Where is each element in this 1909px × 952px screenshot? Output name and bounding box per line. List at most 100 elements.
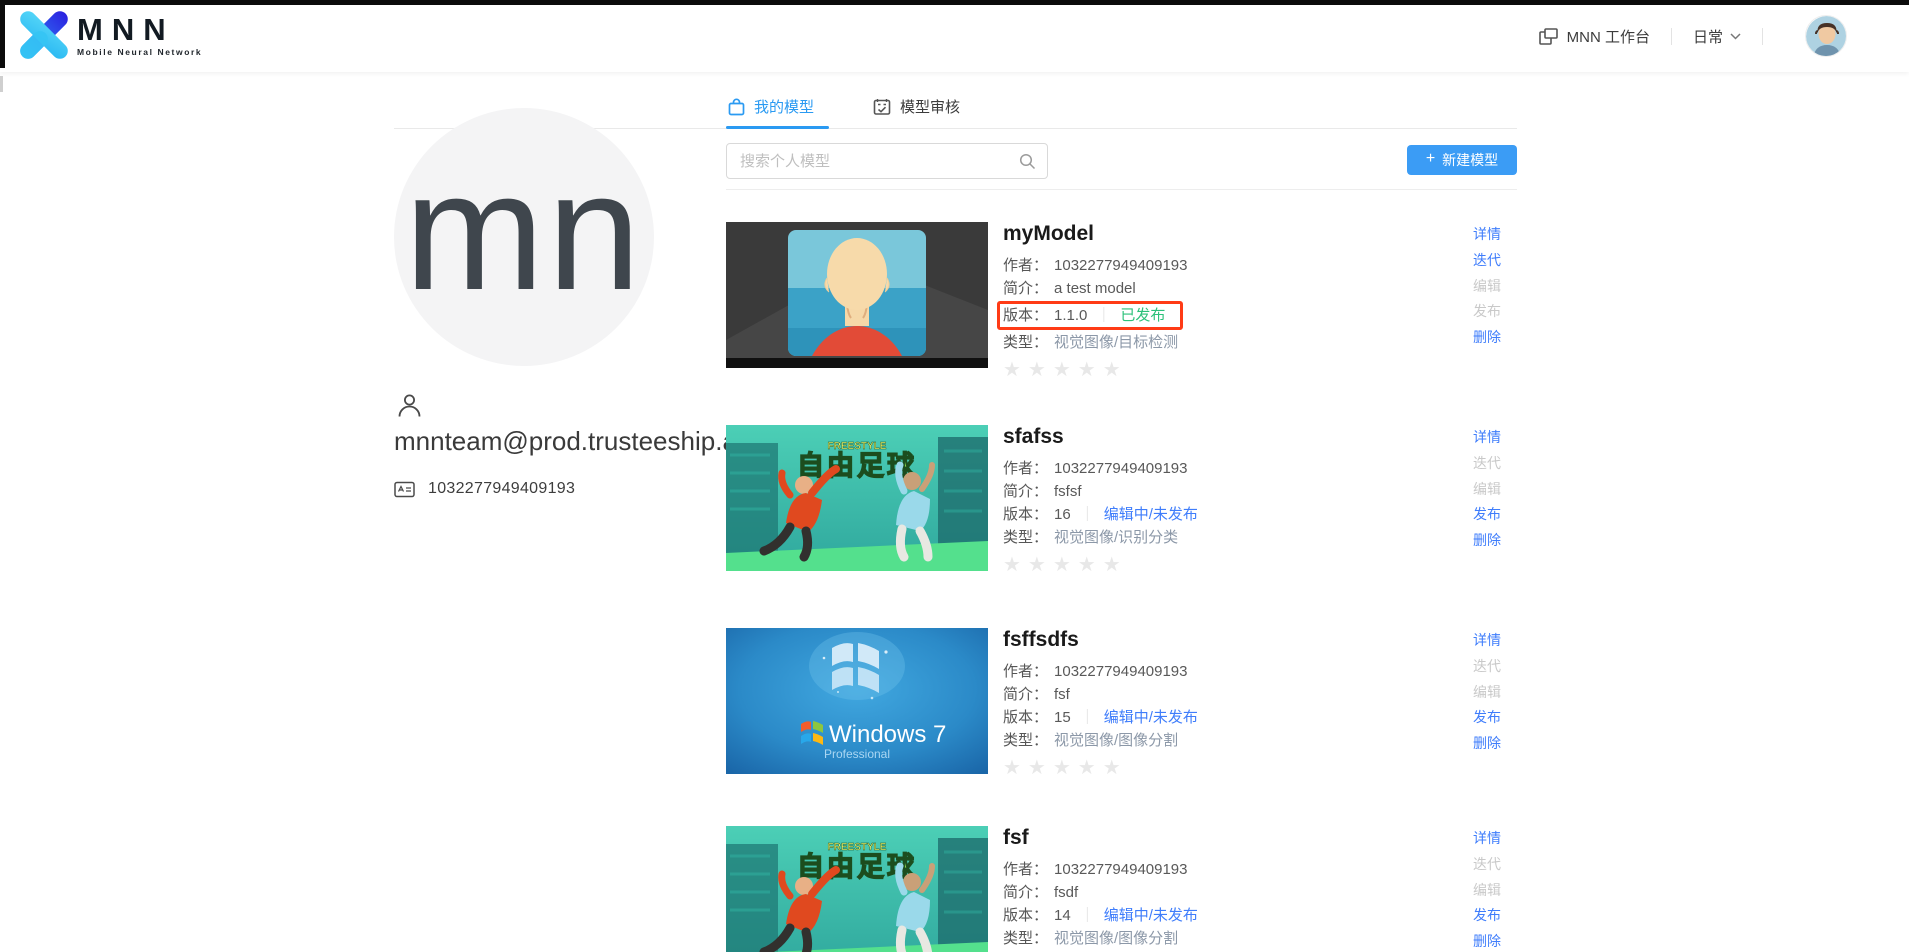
env-label: 日常 (1692, 28, 1723, 46)
workbench-label: MNN 工作台 (1566, 28, 1650, 46)
new-model-button[interactable]: + 新建模型 (1407, 145, 1517, 175)
logo-text: MNN Mobile Neural Network (77, 13, 203, 57)
action-publish[interactable]: 发布 (1473, 705, 1501, 731)
workbench-link[interactable]: MNN 工作台 (1538, 26, 1650, 47)
model-actions: 详情 迭代 编辑 发布 删除 (1473, 826, 1501, 952)
status-link[interactable]: 编辑中/未发布 (1104, 904, 1198, 927)
type-value[interactable]: 视觉图像/图像分割 (1054, 927, 1178, 950)
active-tab-underline (726, 126, 829, 129)
model-thumbnail-football[interactable]: FREESTYLE 自由足球 (726, 425, 988, 571)
action-delete[interactable]: 删除 (1473, 731, 1501, 757)
model-thumbnail-windows7[interactable]: Windows 7 Professional (726, 628, 988, 774)
bag-icon (728, 98, 745, 115)
model-name[interactable]: fsffsdfs (1003, 628, 1483, 652)
model-thumbnail-portrait[interactable] (726, 222, 988, 368)
svg-text:Windows 7: Windows 7 (829, 721, 946, 748)
action-detail[interactable]: 详情 (1473, 222, 1501, 248)
env-dropdown[interactable]: 日常 (1693, 26, 1741, 47)
version-label: 版本： (1003, 506, 1049, 523)
checklist-icon (873, 98, 891, 115)
type-label: 类型： (1003, 930, 1049, 947)
action-delete[interactable]: 删除 (1473, 528, 1501, 554)
model-card: myModel 作者： 1032277949409193 简介： a test mo… (726, 222, 1517, 402)
action-iterate: 迭代 (1473, 657, 1501, 674)
action-iterate[interactable]: 迭代 (1473, 248, 1501, 274)
action-delete[interactable]: 删除 (1473, 325, 1501, 351)
main-content: 我的模型 模型审核 + 新建模型 (0, 0, 1909, 952)
version-label: 版本： (1003, 907, 1049, 924)
action-publish[interactable]: 发布 (1473, 502, 1501, 528)
model-card: Windows 7 Professional fsffsdfs 作者： 10322… (726, 628, 1517, 808)
intro-label: 简介： (1003, 483, 1049, 500)
version-value: 1.1.0 (1054, 307, 1088, 324)
model-actions: 详情 迭代 编辑 发布 删除 (1473, 628, 1501, 757)
intro-value: a test model (1054, 280, 1136, 297)
tab-model-review[interactable]: 模型审核 (873, 96, 960, 117)
version-label: 版本： (1003, 709, 1049, 726)
new-model-label: 新建模型 (1442, 152, 1499, 168)
model-name[interactable]: sfafss (1003, 425, 1483, 449)
star-rating: ★★★★★ (1003, 359, 1128, 381)
action-publish: 发布 (1473, 303, 1501, 320)
action-delete[interactable]: 删除 (1473, 929, 1501, 952)
action-detail[interactable]: 详情 (1473, 628, 1501, 654)
action-detail[interactable]: 详情 (1473, 425, 1501, 451)
author-value: 1032277949409193 (1054, 861, 1188, 878)
type-value[interactable]: 视觉图像/目标检测 (1054, 331, 1178, 354)
tab-my-models[interactable]: 我的模型 (728, 96, 814, 117)
model-thumbnail-football[interactable]: FREESTYLE 自由足球 (726, 826, 988, 952)
logo-subtitle: Mobile Neural Network (77, 46, 203, 57)
author-label: 作者： (1003, 460, 1049, 477)
model-name[interactable]: myModel (1003, 222, 1483, 246)
intro-label: 简介： (1003, 884, 1049, 901)
header-separator-2 (1762, 27, 1763, 45)
mnn-logo[interactable]: MNN Mobile Neural Network (17, 8, 202, 62)
intro-value: fsdf (1054, 884, 1079, 901)
type-label: 类型： (1003, 529, 1049, 546)
model-actions: 详情 迭代 编辑 发布 删除 (1473, 425, 1501, 554)
user-avatar[interactable] (1805, 15, 1847, 57)
status-link[interactable]: 编辑中/未发布 (1104, 503, 1198, 526)
type-value[interactable]: 视觉图像/识别分类 (1054, 526, 1178, 549)
version-label: 版本： (1003, 307, 1049, 324)
intro-value: fsfsf (1054, 483, 1082, 500)
toolbar-divider (726, 189, 1517, 190)
version-value: 16 (1054, 506, 1071, 523)
intro-label: 简介： (1003, 280, 1049, 297)
profile-user-id: 1032277949409193 (428, 480, 576, 497)
intro-label: 简介： (1003, 686, 1049, 703)
model-name[interactable]: fsf (1003, 826, 1483, 850)
tab-model-review-label: 模型审核 (900, 99, 961, 116)
profile-avatar: mn (394, 108, 654, 366)
model-info: fsf 作者： 1032277949409193 简介： fsdf 版本： 14 ｜… (1003, 826, 1483, 950)
action-publish[interactable]: 发布 (1473, 903, 1501, 929)
model-actions: 详情 迭代 编辑 发布 删除 (1473, 222, 1501, 351)
author-value: 1032277949409193 (1054, 257, 1188, 274)
page: MNN Mobile Neural Network MNN 工作台 日常 mn … (0, 0, 1909, 952)
author-label: 作者： (1003, 663, 1049, 680)
action-iterate: 迭代 (1473, 454, 1501, 471)
mnn-logo-icon (20, 11, 68, 59)
author-value: 1032277949409193 (1054, 460, 1188, 477)
type-value[interactable]: 视觉图像/图像分割 (1054, 729, 1178, 752)
model-info: sfafss 作者： 1032277949409193 简介： fsfsf 版本： … (1003, 425, 1483, 576)
person-icon (398, 394, 421, 417)
status-link[interactable]: 编辑中/未发布 (1104, 706, 1198, 729)
version-highlight-box: 版本： 1.1.0 ｜ 已发布 (997, 301, 1184, 330)
version-value: 14 (1054, 907, 1071, 924)
user-avatar-image (1806, 16, 1846, 56)
search-input[interactable] (727, 144, 1047, 178)
type-label: 类型： (1003, 334, 1049, 351)
action-iterate: 迭代 (1473, 855, 1501, 872)
search-icon[interactable] (1019, 153, 1036, 170)
window-top-edge (0, 0, 1909, 5)
window-left-tick (0, 76, 3, 92)
meta-divider: ｜ (1079, 506, 1095, 523)
model-info: myModel 作者： 1032277949409193 简介： a test mo… (997, 222, 1483, 381)
chevron-down-icon (1730, 32, 1741, 40)
action-detail[interactable]: 详情 (1473, 826, 1501, 852)
action-edit: 编辑 (1473, 683, 1501, 700)
header-separator (1670, 27, 1672, 45)
meta-divider: ｜ (1079, 907, 1095, 924)
plus-icon: + (1425, 150, 1436, 167)
